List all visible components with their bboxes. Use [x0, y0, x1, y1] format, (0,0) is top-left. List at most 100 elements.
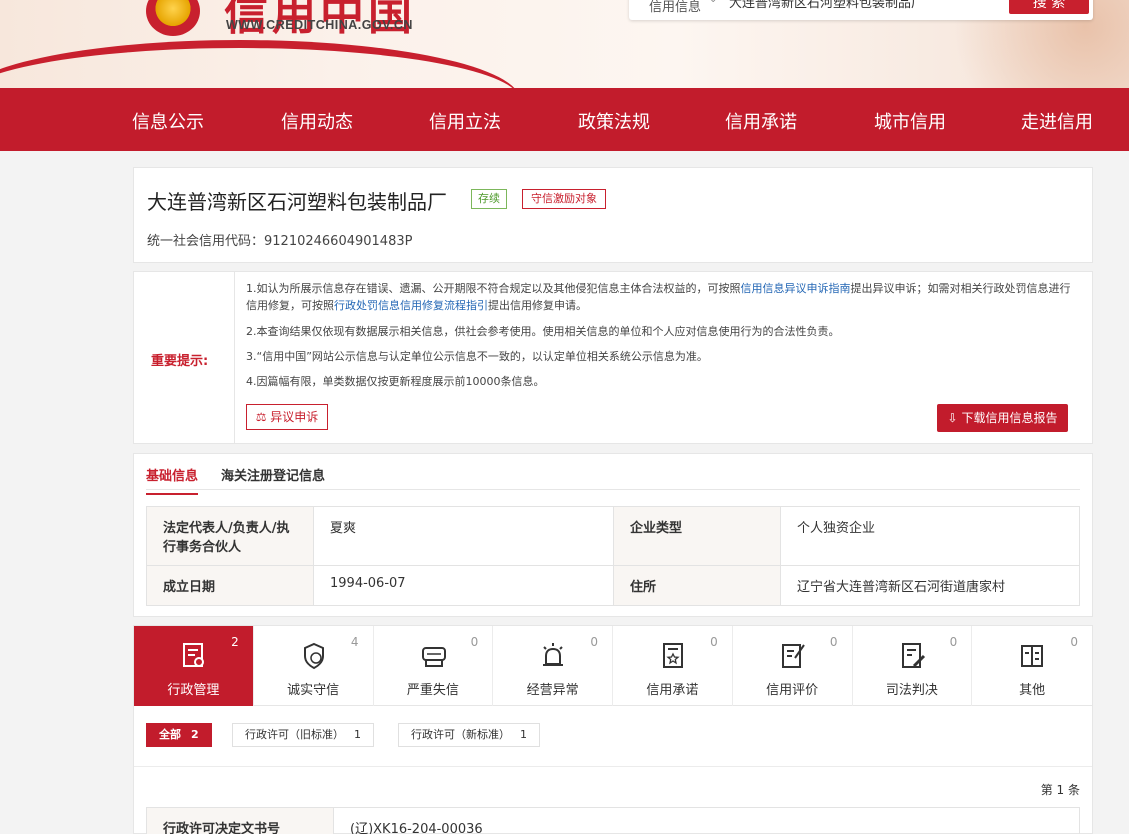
banner-swoosh — [0, 40, 520, 88]
founded-value: 1994-06-07 — [313, 565, 614, 606]
tab-divider — [146, 489, 1080, 490]
search-input[interactable] — [729, 0, 989, 9]
credit-code-value: 91210246604901483P — [264, 234, 413, 249]
filter-license-old[interactable]: 行政许可（旧标准） 1 — [232, 723, 374, 747]
nav-item-city-credit[interactable]: 城市信用 — [874, 108, 946, 134]
category-label: 司法判决 — [885, 683, 938, 698]
nav-item-credit-promise[interactable]: 信用承诺 — [725, 108, 797, 134]
category-other[interactable]: 0 其他 — [972, 626, 1092, 706]
category-label: 行政管理 — [167, 683, 220, 698]
download-icon: ⇩ — [947, 411, 958, 425]
address-label: 住所 — [613, 565, 781, 606]
notice-label-column: 重要提示: — [134, 272, 235, 443]
nav-item-credit-news[interactable]: 信用动态 — [281, 108, 353, 134]
legal-rep-value: 夏爽 — [313, 506, 614, 566]
shield-credit-icon — [303, 642, 324, 670]
category-label: 严重失信 — [406, 683, 459, 698]
category-serious-dishonesty[interactable]: 0 严重失信 — [374, 626, 494, 706]
notice-item-2: 2.本查询结果仅依现有数据展示相关信息，供社会参考使用。使用相关信息的单位和个人… — [246, 325, 840, 338]
category-count: 0 — [949, 635, 958, 649]
filter-count: 2 — [191, 728, 199, 741]
promise-icon — [663, 643, 683, 668]
category-tabs: 2 行政管理 4 诚实守信 0 严重失信 0 经营异常 0 信用承诺 0 信用评… — [134, 626, 1092, 706]
filter-count: 1 — [520, 728, 527, 741]
appeal-button[interactable]: ⚖ 异议申诉 — [246, 404, 328, 430]
legal-rep-label: 法定代表人/负责人/执行事务合伙人 — [146, 506, 314, 566]
tab-customs-info[interactable]: 海关注册登记信息 — [221, 465, 325, 484]
basic-info-table: 法定代表人/负责人/执行事务合伙人 夏爽 企业类型 个人独资企业 成立日期 19… — [146, 506, 1080, 606]
category-count: 0 — [710, 635, 718, 649]
judgment-icon — [901, 643, 925, 668]
company-type-value: 个人独资企业 — [780, 506, 1080, 566]
category-credit-evaluation[interactable]: 0 信用评价 — [733, 626, 853, 706]
important-notice-card: 重要提示: 1.如认为所展示信息存在错误、遗漏、公开期限不符合规定以及其他侵犯信… — [133, 271, 1093, 444]
record-table: 行政许可决定文书号 (辽)XK16-204-00036 — [146, 807, 1080, 834]
download-button-label: 下载信用信息报告 — [961, 411, 1058, 425]
notice-title: 重要提示: — [151, 354, 209, 369]
chevron-down-icon[interactable]: ⌄ — [709, 0, 717, 5]
company-name: 大连普湾新区石河塑料包装制品厂 — [147, 190, 447, 214]
appeal-guide-link[interactable]: 信用信息异议申诉指南 — [741, 282, 851, 295]
notice-item-1-text-c: 提出信用修复申请。 — [488, 299, 587, 312]
nav-item-about-credit[interactable]: 走进信用 — [1021, 108, 1093, 134]
category-judicial[interactable]: 0 司法判决 — [853, 626, 973, 706]
category-label: 信用承诺 — [646, 683, 699, 698]
notice-item-3: 3.“信用中国”网站公示信息与认定单位公示信息不一致的，以认定单位相关系统公示信… — [246, 350, 708, 363]
doc-no-value: (辽)XK16-204-00036 — [350, 822, 483, 834]
category-honesty[interactable]: 4 诚实守信 — [254, 626, 374, 706]
founded-label: 成立日期 — [146, 565, 314, 606]
nav-item-credit-legislation[interactable]: 信用立法 — [429, 108, 501, 134]
status-badge: 存续 — [471, 189, 507, 209]
filter-license-new[interactable]: 行政许可（新标准） 1 — [398, 723, 540, 747]
category-count: 0 — [1070, 635, 1078, 649]
category-abnormal-operation[interactable]: 0 经营异常 — [493, 626, 613, 706]
category-count: 0 — [829, 635, 838, 649]
notice-item-1-text-a: 1.如认为所展示信息存在错误、遗漏、公开期限不符合规定以及其他侵犯信息主体合法权… — [246, 282, 741, 295]
filter-all[interactable]: 全部 2 — [146, 723, 212, 747]
nav-item-policies[interactable]: 政策法规 — [578, 108, 650, 134]
address-value: 辽宁省大连普湾新区石河街道唐家村 — [780, 565, 1080, 606]
category-count: 4 — [350, 635, 359, 649]
category-count: 2 — [231, 635, 239, 649]
tab-basic-info[interactable]: 基础信息 — [146, 465, 199, 495]
national-emblem-icon — [146, 0, 200, 36]
section-divider — [134, 766, 1092, 767]
search-button[interactable]: 搜 索 — [1009, 0, 1089, 14]
category-count: 0 — [470, 635, 479, 649]
search-type-select[interactable]: 信用信息 — [649, 0, 701, 15]
nav-item-info-disclosure[interactable]: 信息公示 — [132, 108, 204, 134]
header-banner: 信用中国 WWW.CREDITCHINA.GOV.CN 信用信息 ⌄ 搜 索 — [0, 0, 1129, 88]
alarm-icon — [543, 643, 564, 666]
search-bar: 信用信息 ⌄ 搜 索 — [629, 0, 1093, 20]
company-type-label: 企业类型 — [613, 506, 781, 566]
download-report-button[interactable]: ⇩ 下载信用信息报告 — [937, 404, 1068, 432]
category-label: 信用评价 — [766, 683, 819, 698]
category-count: 0 — [590, 635, 598, 649]
appeal-button-label: 异议申诉 — [270, 410, 319, 424]
repair-guide-link[interactable]: 行政处罚信息信用修复流程指引 — [334, 299, 488, 312]
doc-no-label: 行政许可决定文书号 — [147, 808, 334, 834]
blacklist-icon — [421, 647, 446, 667]
filter-label: 行政许可（新标准） — [411, 728, 510, 741]
site-url: WWW.CREDITCHINA.GOV.CN — [226, 18, 413, 32]
basic-info-card: 基础信息 海关注册登记信息 法定代表人/负责人/执行事务合伙人 夏爽 企业类型 … — [133, 453, 1093, 617]
credit-code-label: 统一社会信用代码： — [147, 234, 265, 249]
category-credit-promise[interactable]: 0 信用承诺 — [613, 626, 733, 706]
record-index: 第 1 条 — [1040, 783, 1080, 797]
company-summary-card: 大连普湾新区石河塑料包装制品厂 存续 守信激励对象 统一社会信用代码：91210… — [133, 167, 1093, 263]
evaluation-icon — [781, 644, 805, 668]
credit-category-card: 2 行政管理 4 诚实守信 0 严重失信 0 经营异常 0 信用承诺 0 信用评… — [133, 625, 1093, 834]
other-icon — [1021, 645, 1044, 667]
notice-item-1: 1.如认为所展示信息存在错误、遗漏、公开期限不符合规定以及其他侵犯信息主体合法权… — [246, 280, 1076, 314]
appeal-icon: ⚖ — [255, 410, 267, 424]
category-admin[interactable]: 2 行政管理 — [134, 626, 254, 706]
notice-item-4: 4.因篇幅有限，单类数据仅按更新程度展示前10000条信息。 — [246, 375, 545, 388]
category-label: 其他 — [1019, 683, 1046, 698]
filter-label: 全部 — [159, 728, 181, 741]
main-nav: 信息公示 信用动态 信用立法 政策法规 信用承诺 城市信用 走进信用 — [0, 88, 1129, 151]
filter-count: 1 — [354, 728, 361, 741]
credit-code: 统一社会信用代码：91210246604901483P — [147, 230, 412, 249]
admin-doc-icon — [183, 643, 204, 667]
category-label: 诚实守信 — [287, 683, 340, 698]
category-label: 经营异常 — [526, 683, 579, 698]
